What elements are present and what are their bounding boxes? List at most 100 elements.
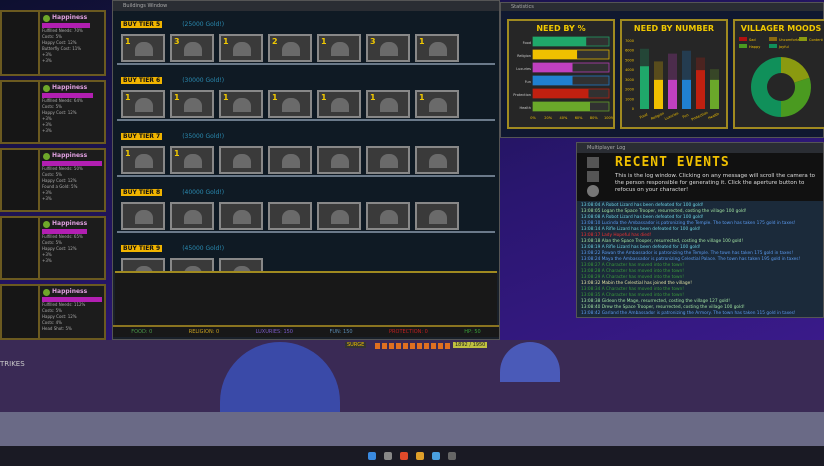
app-icon[interactable] — [432, 452, 440, 460]
owned-count: 1 — [272, 93, 278, 102]
log-list[interactable]: 13:08:04 A Robot Lizard has been defeate… — [577, 201, 823, 319]
title-bar[interactable]: Multiplayer Log — [577, 143, 823, 153]
title-bar[interactable]: Statistics — [501, 3, 823, 11]
villager-portrait — [2, 150, 40, 210]
title-bar[interactable]: Buildings Window — [113, 1, 499, 11]
legend-label: Joyful — [778, 45, 789, 49]
villager-card[interactable]: Happiness Fulfilled Needs: 65% Costs: 5% Ha… — [0, 216, 106, 280]
log-text: A Robot Lizard has been defeated for 100… — [601, 215, 704, 220]
building-tile[interactable] — [317, 202, 361, 230]
villager-moods-chart: VILLAGER MOODS Sad Uncomfortable Content Ha… — [733, 19, 824, 129]
pie-slice — [781, 77, 811, 117]
resource-stat: FOOD: 0 — [131, 329, 153, 335]
search-icon[interactable] — [384, 452, 392, 460]
log-text: Alan the Space Trooper, resurrected, cos… — [601, 239, 744, 244]
category-label: Protection — [691, 111, 709, 122]
building-tile[interactable] — [170, 202, 214, 230]
building-icon — [331, 210, 349, 224]
building-tile[interactable]: 1 — [219, 34, 263, 62]
log-time: 13:08:18 — [581, 239, 601, 244]
building-icon — [429, 154, 447, 168]
bar — [710, 79, 719, 109]
happiness-label: Happiness — [52, 220, 88, 227]
building-tile[interactable] — [366, 146, 410, 174]
building-tile[interactable]: 1 — [170, 146, 214, 174]
log-text: Drew the Space Trooper, resurrected, cos… — [601, 305, 745, 310]
zoom-in-button[interactable] — [587, 157, 599, 168]
log-window: Multiplayer Log RECENT EVENTS This is th… — [576, 142, 824, 318]
building-tile[interactable]: 2 — [268, 34, 312, 62]
tick-label: 7000 — [625, 39, 634, 43]
log-entry[interactable]: 13:08:42 Garland the Ambassador is patro… — [581, 311, 819, 317]
building-tile[interactable]: 1 — [121, 90, 165, 118]
building-tile[interactable]: 1 — [170, 90, 214, 118]
stat-line: +3% — [42, 128, 52, 133]
building-tile[interactable] — [415, 202, 459, 230]
owned-count: 1 — [419, 37, 425, 46]
building-tile[interactable] — [121, 202, 165, 230]
app-icon[interactable] — [416, 452, 424, 460]
building-tile[interactable] — [219, 202, 263, 230]
log-heading: RECENT EVENTS — [615, 155, 730, 170]
log-time: 13:08:34 — [581, 287, 601, 292]
villager-card[interactable]: Happiness Fulfilled Needs: 112% Costs: 5% H… — [0, 284, 106, 340]
building-tile[interactable] — [366, 202, 410, 230]
owned-count: 1 — [321, 37, 327, 46]
building-tile[interactable]: 1 — [415, 90, 459, 118]
tick-label: 0 — [632, 107, 634, 111]
log-text: Gideon the Mage, resurrected, costing th… — [601, 299, 731, 304]
resource-stat: FUN: 150 — [329, 329, 353, 335]
building-tile[interactable]: 3 — [170, 34, 214, 62]
villager-portrait — [2, 12, 40, 74]
start-icon[interactable] — [368, 452, 376, 460]
building-tile[interactable]: 3 — [366, 34, 410, 62]
villager-card[interactable]: Happiness Fulfilled Needs: 70% Costs: 5% Ha… — [0, 10, 106, 76]
tick-label: 6000 — [625, 49, 634, 53]
log-text: Lady Hopeful has died! — [601, 233, 652, 238]
need-by-percent-chart: NEED BY % Food Religion Luxuries Fun Protect… — [507, 19, 615, 129]
building-tile[interactable]: 1 — [121, 146, 165, 174]
log-text: A Character has moved into the town! — [601, 263, 684, 268]
building-tile[interactable]: 1 — [268, 90, 312, 118]
building-icon — [135, 210, 153, 224]
building-tile[interactable] — [415, 146, 459, 174]
building-tile[interactable]: 1 — [121, 34, 165, 62]
app-icon[interactable] — [400, 452, 408, 460]
building-icon — [331, 98, 349, 112]
villager-card[interactable]: Happiness Fulfilled Needs: 64% Costs: 5% Ha… — [0, 80, 106, 144]
tick-label: 2000 — [625, 88, 634, 92]
log-text: A Character has moved into the town! — [601, 269, 684, 274]
log-text: Maya the Ambassador is patronizing Celes… — [601, 257, 801, 262]
log-time: 13:08:05 — [581, 209, 601, 214]
building-tile[interactable] — [268, 146, 312, 174]
building-icon — [184, 154, 202, 168]
building-icon — [184, 42, 202, 56]
building-tile[interactable]: 1 — [366, 90, 410, 118]
bar — [654, 79, 663, 109]
happiness-label: Happiness — [52, 288, 88, 295]
owned-count: 2 — [272, 37, 278, 46]
building-icon — [135, 42, 153, 56]
log-text: Rowan the Ambassador is patronizing the … — [601, 251, 794, 256]
tier-cost: (25000 Gold!) — [182, 21, 225, 28]
zoom-out-button[interactable] — [587, 171, 599, 182]
building-tile[interactable]: 1 — [317, 90, 361, 118]
resource-status-bar: FOOD: 0 RELIGION: 0 LUXURIES: 150 FUN: 150 P… — [113, 325, 499, 337]
log-time: 13:08:10 — [581, 221, 601, 226]
log-time: 13:08:17 — [581, 233, 601, 238]
tier-label: BUY TIER 6 — [121, 77, 163, 84]
bar — [533, 37, 587, 46]
legend-label: Sad — [749, 38, 756, 42]
building-tile[interactable]: 1 — [415, 34, 459, 62]
building-tile[interactable] — [317, 146, 361, 174]
aperture-button[interactable] — [587, 185, 599, 197]
app-icon[interactable] — [448, 452, 456, 460]
building-tile[interactable] — [219, 146, 263, 174]
building-tile[interactable]: 1 — [219, 90, 263, 118]
building-icon — [429, 210, 447, 224]
villager-card[interactable]: Happiness Fulfilled Needs: 50% Costs: 5% Ha… — [0, 148, 106, 212]
game-scene[interactable]: TRIKES SURGE 1892 / 1950 — [0, 340, 824, 446]
category-label: Protection — [513, 93, 531, 97]
building-tile[interactable]: 1 — [317, 34, 361, 62]
building-tile[interactable] — [268, 202, 312, 230]
